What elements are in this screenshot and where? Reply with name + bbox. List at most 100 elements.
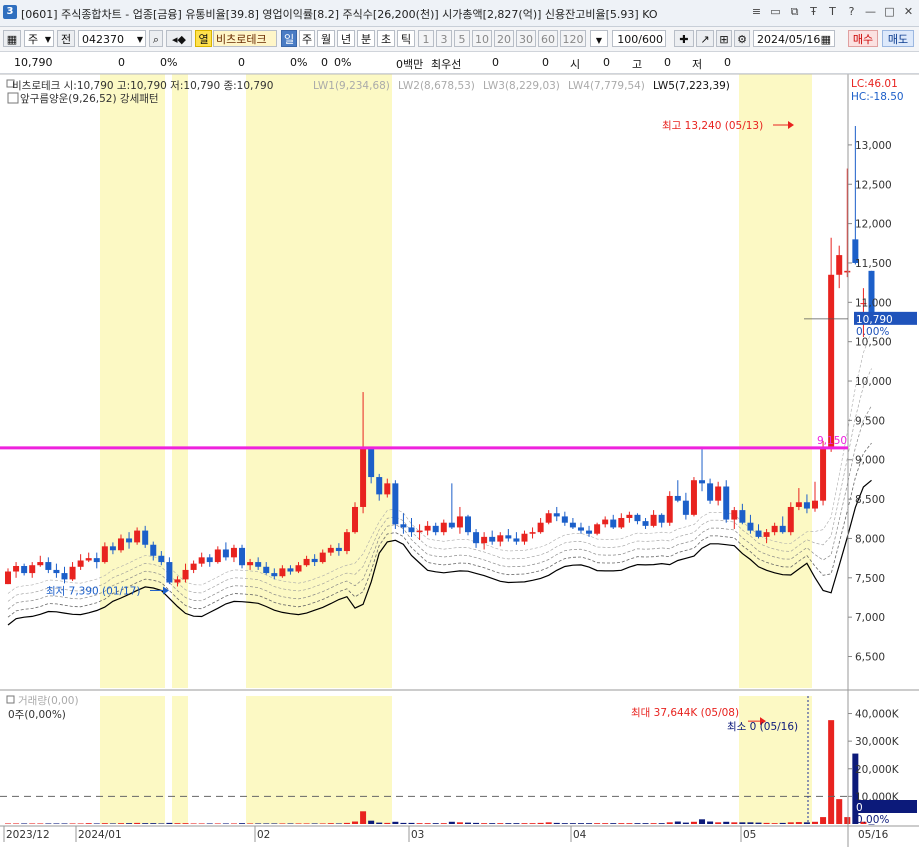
candle-body: [448, 522, 455, 528]
copy-window-icon[interactable]: ⧉: [788, 5, 801, 19]
volume-bar: [85, 823, 92, 824]
buy-button[interactable]: 매수: [848, 30, 878, 47]
volume-bar: [343, 822, 350, 824]
volume-bar: [432, 823, 439, 824]
period-tick-button[interactable]: 틱: [397, 30, 415, 47]
volume-bar: [642, 823, 649, 824]
minimize-icon[interactable]: —: [864, 5, 877, 19]
candle-body: [29, 565, 36, 574]
candle-body: [335, 547, 342, 552]
candle-body: [190, 563, 197, 570]
volume-bar: [287, 823, 294, 824]
count-input[interactable]: 100/600: [612, 30, 666, 47]
close-icon[interactable]: ✕: [902, 5, 915, 19]
price-volume-chart[interactable]: 13,000 12,500 12,000 11,500 11,000 10,500 10,0…: [0, 74, 919, 847]
open-button[interactable]: 열: [195, 30, 212, 47]
candle-body: [787, 506, 794, 533]
candle-body: [561, 516, 568, 523]
pattern-label: 앞구름양운(9,26,52) 강세패턴: [20, 93, 159, 105]
volume-bar: [239, 823, 246, 824]
candle-body: [13, 566, 20, 572]
candle-body: [844, 270, 851, 273]
lw5-label: LW5(7,223,39): [653, 80, 730, 92]
maximize-icon[interactable]: □: [883, 5, 896, 19]
price-tick-label: 7,000: [855, 612, 885, 624]
candle-body: [812, 500, 818, 509]
stock-code-value: 042370: [82, 33, 124, 46]
volume-bar: [182, 823, 189, 824]
interval-3-button[interactable]: 3: [436, 30, 452, 47]
grid-icon[interactable]: ▦: [3, 30, 21, 47]
volume-bar: [5, 823, 11, 824]
candle-body: [820, 447, 827, 501]
crosshair-icon[interactable]: ⊞: [716, 30, 732, 47]
volume-bar: [69, 823, 76, 824]
lw2-label: LW2(8,678,53): [398, 80, 475, 92]
volume-bar: [134, 822, 141, 824]
volume-bar: [392, 821, 399, 824]
interval-dropdown[interactable]: ▼: [590, 30, 608, 47]
prev-button[interactable]: 전: [57, 30, 75, 47]
candle-body: [473, 532, 480, 544]
period-week-button[interactable]: 주: [299, 30, 315, 47]
restore-icon[interactable]: ▭: [769, 5, 782, 19]
gear-icon[interactable]: ⚙: [734, 30, 750, 47]
volume-bar: [634, 823, 641, 824]
candle-body: [222, 549, 229, 558]
candle-body: [755, 530, 762, 537]
candle-body: [682, 500, 689, 515]
volume-bar: [828, 720, 835, 824]
candle-body: [214, 549, 221, 563]
interval-5-button[interactable]: 5: [454, 30, 470, 47]
volume-bar: [521, 823, 528, 824]
lw3-label: LW3(8,229,03): [483, 80, 560, 92]
pin-icon[interactable]: Ŧ: [807, 5, 820, 19]
volume-bar: [150, 823, 157, 824]
chevron-down-icon: ▼: [44, 35, 51, 44]
candle-body: [400, 524, 407, 528]
menu-icon[interactable]: ≡: [750, 5, 763, 19]
candle-body: [626, 514, 633, 518]
volume-bar: [610, 823, 617, 824]
volume-bar: [747, 822, 754, 824]
volume-bar: [117, 823, 124, 824]
trend-icon[interactable]: ↗: [696, 30, 714, 47]
period-month-button[interactable]: 월: [317, 30, 335, 47]
price-tick-label: 6,500: [855, 652, 885, 664]
candle-body: [771, 525, 778, 533]
candle-body: [343, 532, 350, 552]
highlight-band: [246, 74, 392, 688]
candle-body: [271, 573, 278, 577]
type-select[interactable]: 주 ▼: [24, 30, 54, 47]
period-day-button[interactable]: 일: [281, 30, 297, 47]
price-tick-label: 10,000: [855, 376, 892, 388]
period-year-button[interactable]: 년: [337, 30, 355, 47]
help-icon[interactable]: ?: [845, 5, 858, 19]
candle-body: [513, 538, 520, 542]
chart-area[interactable]: 13,000 12,500 12,000 11,500 11,000 10,500 10,0…: [0, 74, 919, 847]
candle-body: [545, 513, 552, 523]
interval-30-button[interactable]: 30: [516, 30, 536, 47]
indicator-icon[interactable]: ✚: [674, 30, 694, 47]
sound-icon[interactable]: ◂◆: [166, 30, 192, 47]
interval-60-button[interactable]: 60: [538, 30, 558, 47]
period-minute-button[interactable]: 분: [357, 30, 375, 47]
search-icon[interactable]: ⌕: [149, 30, 163, 47]
interval-1-button[interactable]: 1: [418, 30, 434, 47]
volume-bar: [126, 823, 133, 824]
volume-bar: [553, 822, 560, 824]
volume-bar: [368, 820, 375, 824]
highlight-band-volume: [246, 696, 392, 824]
period-second-button[interactable]: 초: [377, 30, 395, 47]
volume-bar: [529, 823, 536, 824]
price-tick-label: 12,500: [855, 179, 892, 191]
text-icon[interactable]: T: [826, 5, 839, 19]
interval-120-button[interactable]: 120: [560, 30, 586, 47]
volume-bar: [803, 822, 810, 824]
date-input[interactable]: 2024/05/16 ▦: [753, 30, 835, 47]
interval-10-button[interactable]: 10: [472, 30, 492, 47]
stock-code-input[interactable]: 042370 ▼: [78, 30, 146, 47]
price-tick-label: 8,000: [855, 533, 885, 545]
interval-20-button[interactable]: 20: [494, 30, 514, 47]
sell-button[interactable]: 매도: [882, 30, 914, 47]
